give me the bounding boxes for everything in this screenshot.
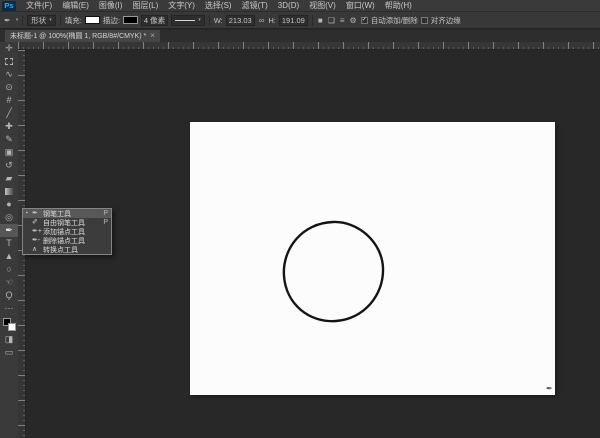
height-value: 191.09 bbox=[281, 15, 305, 25]
brush-tool[interactable]: ✎ bbox=[0, 133, 18, 146]
menu-bar: Ps 文件(F) 编辑(E) 图像(I) 图层(L) 文字(Y) 选择(S) 滤… bbox=[0, 0, 600, 12]
menu-window[interactable]: 窗口(W) bbox=[341, 0, 380, 11]
width-label: W: bbox=[213, 15, 223, 25]
foreground-background-colors bbox=[2, 317, 16, 331]
path-alignment-icon[interactable]: ❏ bbox=[327, 16, 336, 25]
menu-type[interactable]: 文字(Y) bbox=[163, 0, 200, 11]
document-tab[interactable]: 未标题-1 @ 100%(椭圆 1, RGB/8#/CMYK) * × bbox=[5, 30, 160, 42]
freeform-pen-icon: ✐ bbox=[32, 219, 38, 226]
pen-icon: ✒ bbox=[32, 210, 38, 217]
gradient-tool[interactable] bbox=[0, 185, 18, 198]
photoshop-logo: Ps bbox=[2, 0, 16, 11]
pen-tool[interactable]: ✒ bbox=[0, 224, 18, 237]
zoom-tool[interactable]: Ϙ bbox=[0, 289, 18, 302]
menu-image[interactable]: 图像(I) bbox=[94, 0, 128, 11]
eraser-tool[interactable]: ▰ bbox=[0, 172, 18, 185]
convert-point-icon: ∧ bbox=[32, 246, 38, 253]
align-edges-checkbox[interactable] bbox=[420, 16, 428, 24]
marquee-icon bbox=[5, 58, 13, 65]
divider bbox=[22, 14, 24, 26]
healing-brush-tool[interactable]: ✚ bbox=[0, 120, 18, 133]
check-icon: ✓ bbox=[361, 17, 367, 23]
link-dimensions-icon[interactable]: ∞ bbox=[258, 16, 266, 25]
tool-options-bar: ✒ ▾ 形状 ▾ 填充: 描边: 4 像素 ▾ W: 213.03 ∞ H: 1… bbox=[0, 12, 600, 29]
tool-mode-value: 形状 bbox=[31, 15, 47, 25]
path-arrangement-icon[interactable]: ≡ bbox=[339, 16, 346, 25]
quick-mask-button[interactable]: ◨ bbox=[0, 333, 18, 346]
pen-cursor-icon: ✒ bbox=[546, 384, 553, 393]
path-operations-icon[interactable]: ■ bbox=[317, 16, 324, 25]
edit-toolbar-button[interactable]: ⋯ bbox=[0, 302, 18, 315]
tool-mode-select[interactable]: 形状 ▾ bbox=[27, 14, 56, 26]
height-label: H: bbox=[268, 15, 276, 25]
divider bbox=[208, 14, 210, 26]
menu-edit[interactable]: 编辑(E) bbox=[57, 0, 94, 11]
crop-tool[interactable]: # bbox=[0, 94, 18, 107]
stroke-swatch[interactable] bbox=[122, 16, 138, 24]
add-anchor-icon: ✒+ bbox=[32, 228, 42, 235]
eyedropper-tool[interactable]: ╱ bbox=[0, 107, 18, 120]
flyout-item-label: 转换点工具 bbox=[43, 246, 78, 254]
history-brush-tool[interactable]: ↺ bbox=[0, 159, 18, 172]
menu-help[interactable]: 帮助(H) bbox=[380, 0, 417, 11]
move-tool[interactable]: ✛ bbox=[0, 42, 18, 55]
blur-tool[interactable]: ● bbox=[0, 198, 18, 211]
lasso-tool[interactable]: ∿ bbox=[0, 68, 18, 81]
dodge-tool[interactable]: ◎ bbox=[0, 211, 18, 224]
menu-3d[interactable]: 3D(D) bbox=[273, 1, 304, 10]
close-icon[interactable]: × bbox=[150, 32, 155, 40]
divider bbox=[59, 14, 61, 26]
stroke-width-field[interactable]: 4 像素 bbox=[140, 14, 169, 26]
tools-panel: ✛ ∿ ⊙ # ╱ ✚ ✎ ▣ ↺ ▰ ● ◎ ✒ T ▲ ○ ☜ Ϙ ⋯ ◨ … bbox=[0, 42, 18, 438]
menu-view[interactable]: 视图(V) bbox=[304, 0, 341, 11]
stroke-label: 描边: bbox=[102, 15, 120, 25]
document-tab-title: 未标题-1 @ 100%(椭圆 1, RGB/8#/CMYK) * bbox=[10, 33, 147, 40]
pen-tool-flyout-menu: ▪ ✒ 钢笔工具 P ✐ 自由钢笔工具 P ✒+ 添加锚点工具 ✒- 删除锚点工… bbox=[22, 208, 112, 255]
fill-swatch[interactable] bbox=[84, 16, 100, 24]
chevron-down-icon: ▾ bbox=[49, 17, 52, 23]
align-edges-label: 对齐边缘 bbox=[430, 15, 461, 25]
stroke-width-value: 4 像素 bbox=[143, 15, 166, 25]
auto-add-delete-label: 自动添加/删除 bbox=[370, 15, 418, 25]
width-field[interactable]: 213.03 bbox=[225, 14, 255, 26]
menu-select[interactable]: 选择(S) bbox=[200, 0, 237, 11]
hand-tool[interactable]: ☜ bbox=[0, 276, 18, 289]
gear-icon[interactable]: ⚙ bbox=[349, 16, 358, 25]
width-value: 213.03 bbox=[228, 15, 252, 25]
horizontal-ruler[interactable] bbox=[18, 42, 600, 50]
shape-tool[interactable]: ○ bbox=[0, 263, 18, 276]
background-color-swatch[interactable] bbox=[7, 322, 16, 331]
marquee-tool[interactable] bbox=[0, 55, 18, 68]
flyout-item-shortcut: P bbox=[103, 219, 108, 226]
canvas[interactable] bbox=[190, 122, 555, 395]
document-tab-bar: 未标题-1 @ 100%(椭圆 1, RGB/8#/CMYK) * × bbox=[0, 30, 600, 42]
clone-stamp-tool[interactable]: ▣ bbox=[0, 146, 18, 159]
pen-tool-preset-icon[interactable]: ✒ bbox=[3, 16, 12, 25]
solid-line-icon bbox=[175, 19, 196, 21]
menu-filter[interactable]: 滤镜(T) bbox=[237, 0, 273, 11]
flyout-item-shortcut: P bbox=[103, 210, 108, 217]
screen-mode-button[interactable]: ▭ bbox=[0, 346, 18, 359]
gradient-icon bbox=[4, 188, 14, 195]
stroke-type-select[interactable]: ▾ bbox=[171, 14, 205, 26]
menu-file[interactable]: 文件(F) bbox=[21, 0, 57, 11]
menu-layer[interactable]: 图层(L) bbox=[127, 0, 163, 11]
chevron-down-icon: ▾ bbox=[198, 17, 201, 23]
quick-selection-tool[interactable]: ⊙ bbox=[0, 81, 18, 94]
type-tool[interactable]: T bbox=[0, 237, 18, 250]
delete-anchor-icon: ✒- bbox=[32, 237, 41, 244]
current-tool-marker-icon: ▪ bbox=[26, 210, 28, 216]
chevron-down-icon: ▾ bbox=[15, 17, 19, 23]
photoshop-window: Ps 文件(F) 编辑(E) 图像(I) 图层(L) 文字(Y) 选择(S) 滤… bbox=[0, 0, 600, 438]
flyout-item-convert-point-tool[interactable]: ∧ 转换点工具 bbox=[23, 245, 111, 254]
auto-add-delete-checkbox[interactable]: ✓ bbox=[360, 16, 368, 24]
path-selection-tool[interactable]: ▲ bbox=[0, 250, 18, 263]
height-field[interactable]: 191.09 bbox=[278, 14, 308, 26]
color-swatches[interactable] bbox=[0, 315, 18, 333]
fill-label: 填充: bbox=[64, 15, 82, 25]
divider bbox=[311, 14, 313, 26]
ellipse-shape bbox=[282, 220, 385, 323]
